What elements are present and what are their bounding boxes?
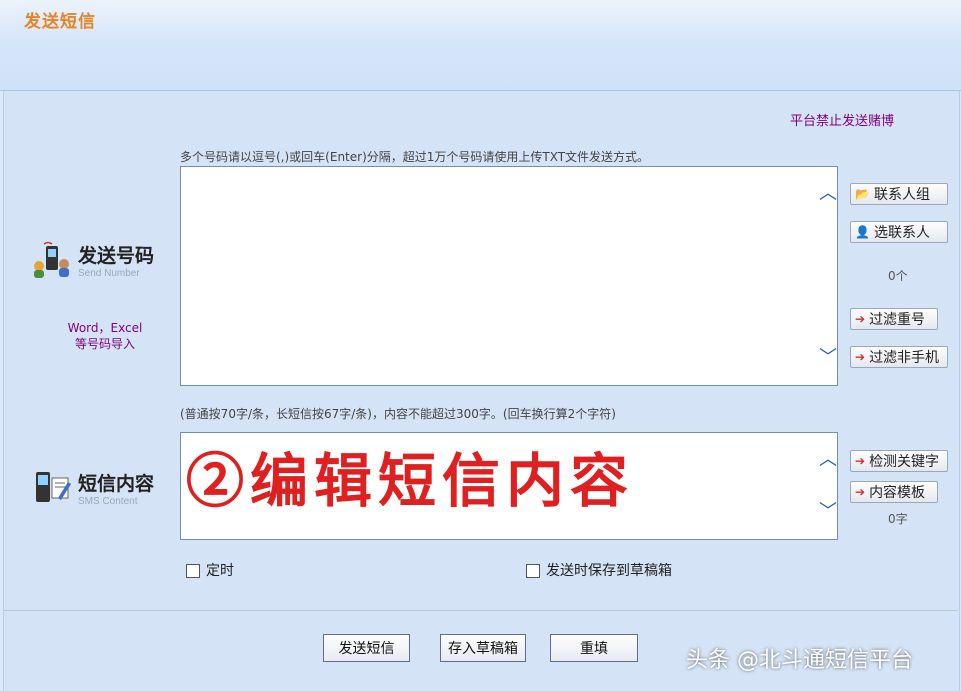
scroll-down-icon[interactable]: ﹀ [819, 503, 837, 521]
content-template-button[interactable]: ➔ 内容模板 [850, 481, 938, 503]
scroll-up-icon[interactable]: ︿ [819, 185, 837, 203]
annotation-overlay: ②编辑短信内容 [186, 447, 635, 515]
watermark: 头条 @北斗通短信平台 [686, 648, 913, 673]
platform-notice: 平台禁止发送赌博 [790, 114, 895, 129]
number-count: 0个 [888, 269, 908, 283]
contact-group-button[interactable]: 📂 联系人组 [850, 183, 948, 205]
numbers-textarea[interactable]: ︿ ﹀ [180, 166, 838, 386]
filter-duplicate-label: 过滤重号 [869, 312, 926, 328]
send-number-subtitle: Send Number [78, 268, 140, 279]
detect-keywords-label: 检测关键字 [869, 454, 940, 470]
sms-content-title: 短信内容 [78, 473, 155, 495]
sms-content-subtitle: SMS Content [78, 496, 138, 507]
filter-duplicate-button[interactable]: ➔ 过滤重号 [850, 308, 938, 330]
send-number-label: 发送号码 Send Number [30, 240, 154, 280]
divider [3, 610, 958, 611]
import-hint-line2: 等号码导入 [74, 337, 135, 351]
select-contact-button[interactable]: 👤 选联系人 [850, 221, 948, 243]
detect-keywords-button[interactable]: ➔ 检测关键字 [850, 450, 948, 472]
scheduled-checkbox[interactable] [186, 564, 200, 578]
send-number-title: 发送号码 [78, 245, 155, 267]
filter-non-mobile-label: 过滤非手机 [869, 350, 940, 366]
save-draft-button[interactable]: 存入草稿箱 [440, 634, 526, 662]
numbers-hint: 多个号码请以逗号(,)或回车(Enter)分隔，超过1万个号码请使用上传TXT文… [180, 150, 650, 164]
numbers-scrollbar[interactable]: ︿ ﹀ [815, 167, 837, 385]
title-bar: 发送短信 [0, 0, 961, 91]
arrow-right-icon: ➔ [855, 350, 866, 364]
filter-non-mobile-button[interactable]: ➔ 过滤非手机 [850, 346, 948, 368]
arrow-right-icon: ➔ [855, 485, 866, 499]
content-scrollbar[interactable]: ︿ ﹀ [815, 433, 837, 539]
select-contact-label: 选联系人 [873, 225, 930, 241]
arrow-right-icon: ➔ [855, 312, 866, 326]
scroll-up-icon[interactable]: ︿ [819, 451, 837, 469]
phone-contacts-icon [34, 241, 69, 278]
save-draft-option[interactable]: 发送时保存到草稿箱 [526, 560, 672, 580]
content-template-label: 内容模板 [869, 485, 926, 501]
import-hint[interactable]: Word，Excel 等号码导入 [50, 320, 160, 352]
contact-group-label: 联系人组 [873, 187, 930, 203]
sms-phone-icon [36, 472, 71, 502]
import-hint-line1: Word，Excel [67, 321, 143, 335]
scroll-down-icon[interactable]: ﹀ [819, 349, 837, 367]
save-draft-label: 发送时保存到草稿箱 [546, 563, 672, 579]
reset-button[interactable]: 重填 [550, 634, 638, 662]
char-count: 0字 [888, 512, 908, 526]
person-icon: 👤 [855, 225, 870, 239]
folder-icon: 📂 [855, 187, 870, 201]
arrow-right-icon: ➔ [855, 454, 866, 468]
scheduled-label: 定时 [206, 563, 234, 579]
send-sms-button[interactable]: 发送短信 [323, 634, 410, 662]
sms-content-label: 短信内容 SMS Content [30, 468, 154, 508]
content-hint: (普通按70字/条，长短信按67字/条)，内容不能超过300字。(回车换行算2个… [180, 407, 616, 421]
scheduled-option[interactable]: 定时 [186, 560, 234, 580]
save-draft-checkbox[interactable] [526, 564, 540, 578]
page-title: 发送短信 [24, 12, 96, 32]
